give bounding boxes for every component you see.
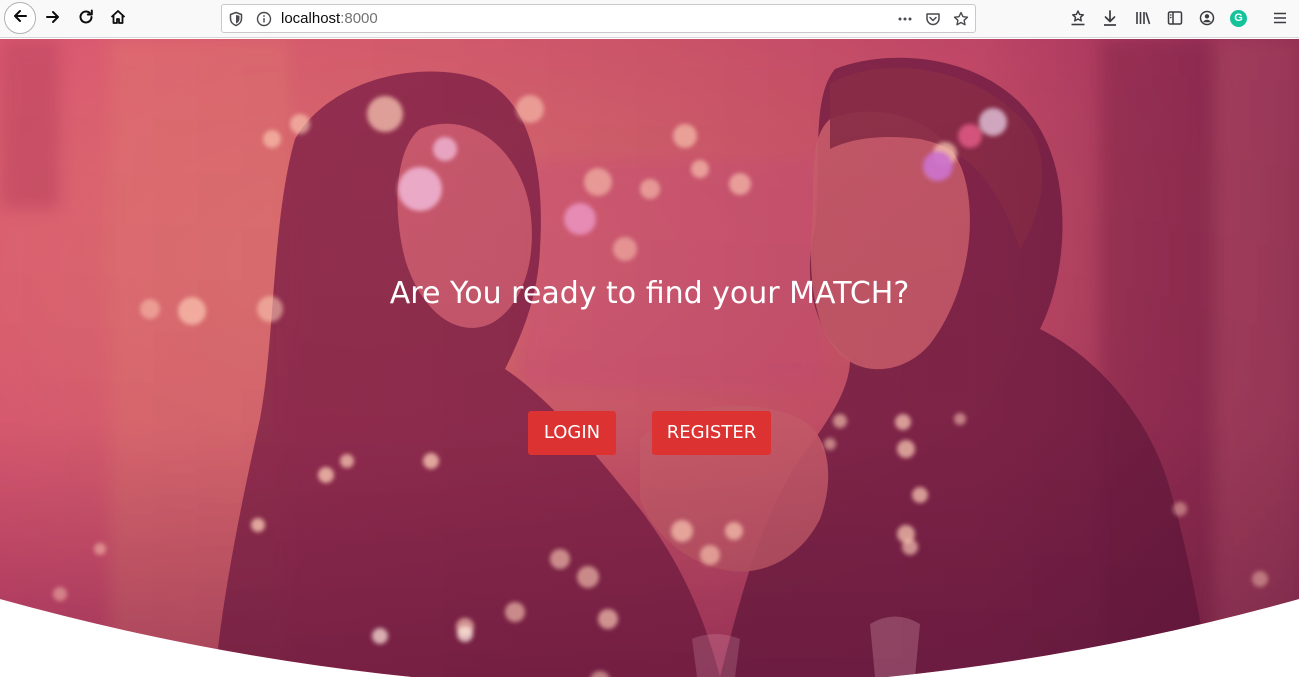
forward-arrow-icon [44,8,62,30]
url-text[interactable]: localhost:8000 [281,10,378,27]
bookmark-tray-icon[interactable] [1069,9,1089,29]
back-arrow-icon [11,7,29,29]
forward-button[interactable] [38,4,68,34]
download-icon[interactable] [1101,9,1121,29]
login-button[interactable]: LOGIN [528,411,616,455]
hero-title: Are You ready to find your MATCH? [389,276,910,311]
account-icon[interactable] [1198,9,1218,29]
star-icon[interactable] [953,11,969,27]
address-bar[interactable]: localhost:8000 [221,4,976,33]
hamburger-menu-icon[interactable] [1271,9,1291,29]
ellipsis-icon[interactable] [897,11,913,27]
sidebar-icon[interactable] [1166,9,1186,29]
grammarly-extension-icon[interactable]: G [1230,10,1247,27]
home-icon [109,8,127,30]
info-icon[interactable] [256,11,272,27]
register-button[interactable]: REGISTER [652,411,771,455]
pocket-icon[interactable] [925,11,941,27]
back-button[interactable] [4,2,36,34]
url-port: :8000 [340,10,378,27]
page-viewport: Are You ready to find your MATCH? LOGIN … [0,39,1299,677]
url-host: localhost [281,10,341,27]
home-button[interactable] [103,4,133,34]
library-icon[interactable] [1134,9,1154,29]
reload-button[interactable] [71,4,101,34]
browser-toolbar: localhost:8000 G [0,0,1299,38]
reload-icon [77,8,95,30]
hero-section: Are You ready to find your MATCH? LOGIN … [0,39,1299,677]
hero-background-image [0,39,1299,677]
shield-icon[interactable] [228,11,244,27]
